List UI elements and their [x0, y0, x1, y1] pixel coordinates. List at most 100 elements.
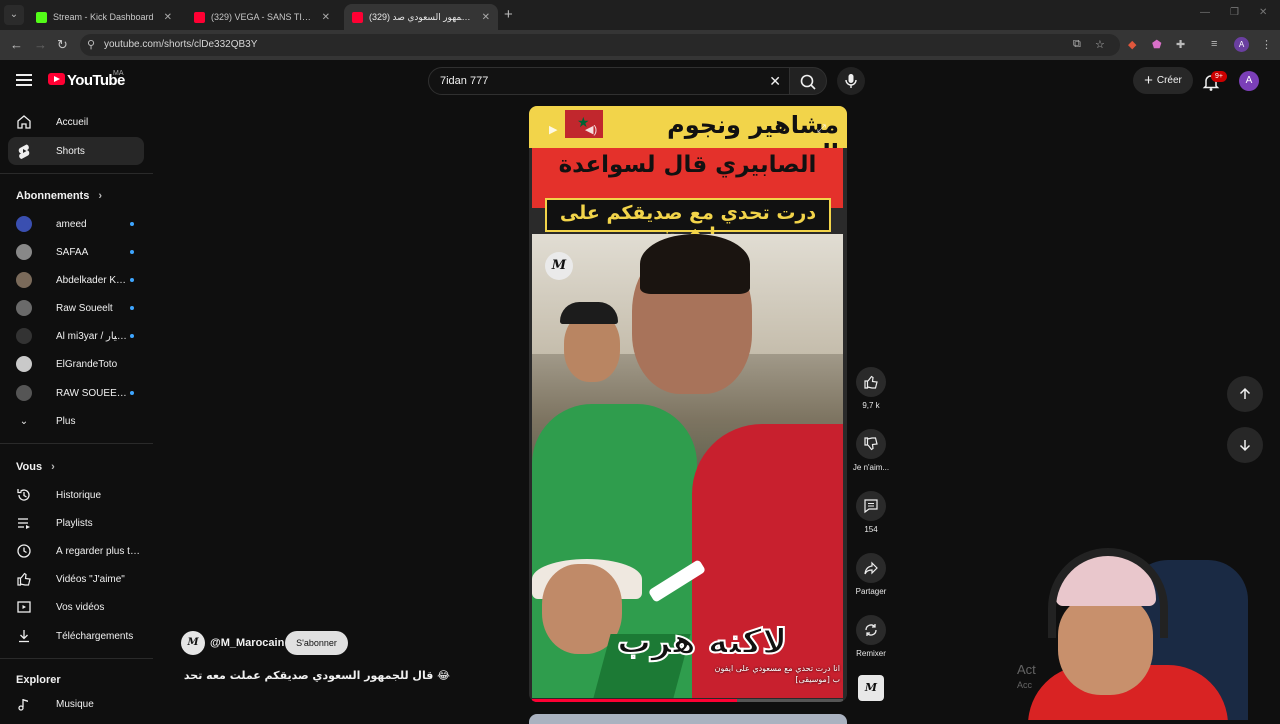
- channel-avatar: [16, 216, 32, 232]
- channel-avatar: [16, 244, 32, 260]
- sidebar-item-playlists[interactable]: Playlists: [8, 509, 144, 537]
- sidebar-item-downloads[interactable]: Téléchargements: [8, 622, 144, 650]
- sidebar-item-watch-later[interactable]: À regarder plus tard: [8, 537, 144, 565]
- chrome-menu-icon[interactable]: ⋮: [1261, 38, 1272, 51]
- sidebar-item-history[interactable]: Historique: [8, 481, 144, 509]
- tab-close-icon[interactable]: ✕: [482, 12, 490, 23]
- like-button[interactable]: 9,7 k: [851, 367, 891, 410]
- volume-icon[interactable]: ◀): [585, 123, 597, 136]
- video-progress-bar[interactable]: [532, 699, 843, 702]
- tab-close-icon[interactable]: ✕: [164, 12, 172, 23]
- install-app-icon[interactable]: ⧉: [1073, 38, 1081, 51]
- sidebar-item-music[interactable]: Musique: [8, 690, 144, 718]
- create-button[interactable]: + Créer: [1133, 67, 1193, 94]
- channel-avatar[interactable]: M: [181, 631, 205, 655]
- channel-handle[interactable]: @M_Marocain: [210, 637, 284, 649]
- sidebar-item-liked[interactable]: Vidéos "J'aime": [8, 565, 144, 593]
- subscription-label: Raw Soueelt: [56, 302, 113, 314]
- extensions-puzzle-icon[interactable]: ✚: [1176, 38, 1185, 51]
- search-input[interactable]: 7idan 777 ✕: [428, 67, 790, 95]
- new-content-dot: [130, 306, 134, 310]
- voice-search-button[interactable]: [837, 67, 865, 95]
- subscription-item[interactable]: RAW SOUEELT E...: [8, 379, 144, 407]
- region-code: MA: [113, 70, 124, 77]
- account-avatar[interactable]: A: [1239, 71, 1259, 91]
- browser-tab-vega[interactable]: (329) VEGA - SANS TITRE (Lyric ✕: [186, 4, 338, 30]
- sidebar-item-home[interactable]: Accueil: [8, 108, 144, 136]
- sidebar: Accueil Shorts Abonnements › ameed SAFAA…: [0, 102, 153, 720]
- subscription-item[interactable]: Abdelkader Khar...: [8, 266, 144, 294]
- sidebar-item-shorts[interactable]: Shorts: [8, 137, 144, 165]
- site-info-icon[interactable]: ⚲: [87, 38, 95, 51]
- sidebar-divider: [0, 173, 153, 174]
- new-content-dot: [130, 278, 134, 282]
- sidebar-item-label: Vos vidéos: [56, 601, 105, 613]
- subscribe-button[interactable]: S'abonner: [285, 631, 348, 655]
- share-button[interactable]: Partager: [851, 553, 891, 596]
- remix-icon: [856, 615, 886, 645]
- subscription-label: RAW SOUEELT E...: [56, 387, 130, 399]
- tab-title: (329) VEGA - SANS TITRE (Lyric: [211, 12, 314, 22]
- menu-icon[interactable]: [16, 74, 32, 86]
- minimize-icon[interactable]: —: [1200, 7, 1210, 18]
- arrow-down-icon: [1239, 440, 1251, 452]
- new-content-dot: [130, 250, 134, 254]
- back-icon[interactable]: ←: [10, 37, 23, 52]
- you-heading[interactable]: Vous ›: [16, 461, 55, 473]
- sidebar-item-label: Historique: [56, 489, 102, 501]
- streamer-webcam-overlay: [1018, 540, 1248, 720]
- dislike-button[interactable]: Je n'aim...: [851, 429, 891, 472]
- subscription-item[interactable]: ElGrandeToto: [8, 350, 144, 378]
- subscription-label: SAFAA: [56, 246, 89, 258]
- dislike-label: Je n'aim...: [852, 463, 890, 472]
- play-icon[interactable]: ▶: [549, 123, 557, 136]
- extension-fox-icon[interactable]: ◆: [1128, 38, 1136, 51]
- url-text[interactable]: youtube.com/shorts/clDe332QB3Y: [104, 39, 257, 50]
- next-short-button[interactable]: [1227, 427, 1263, 463]
- search-query[interactable]: 7idan 777: [440, 75, 488, 87]
- browser-tab-short[interactable]: (329) قال للجمهور السعودي صد ✕: [344, 4, 498, 30]
- forward-icon[interactable]: →: [34, 37, 47, 52]
- sidebar-divider: [0, 443, 153, 444]
- shorts-video-player[interactable]: مشاهير ونجوم المغرب ▶ ◀) ⤢ الصابيري قال …: [529, 106, 847, 702]
- tab-close-icon[interactable]: ✕: [322, 12, 330, 23]
- bookmark-star-icon[interactable]: ☆: [1095, 38, 1105, 51]
- youtube-favicon-icon: [194, 11, 205, 23]
- reload-icon[interactable]: ↻: [57, 37, 68, 53]
- browser-profile-avatar[interactable]: A: [1234, 37, 1249, 52]
- next-short-preview[interactable]: [529, 714, 847, 724]
- channel-sound-thumbnail[interactable]: M: [858, 675, 884, 701]
- comments-button[interactable]: 154: [851, 491, 891, 534]
- video-big-overlay-text: لاكنه هرب: [616, 621, 788, 663]
- subscription-item[interactable]: Raw Soueelt: [8, 294, 144, 322]
- youtube-logo-icon[interactable]: [48, 73, 65, 85]
- tab-search-button[interactable]: ⌄: [4, 5, 24, 25]
- subscription-item[interactable]: Al mi3yar / المعيار: [8, 322, 144, 350]
- new-content-dot: [130, 391, 134, 395]
- reading-list-icon[interactable]: ≡: [1211, 38, 1217, 50]
- sidebar-item-more[interactable]: ⌄ Plus: [8, 407, 144, 435]
- maximize-icon[interactable]: ❐: [1230, 7, 1239, 18]
- subscription-item[interactable]: ameed: [8, 210, 144, 238]
- explore-heading: Explorer: [16, 674, 61, 686]
- extension-shield-icon[interactable]: ⬟: [1152, 38, 1162, 51]
- fullscreen-icon[interactable]: ⤢: [817, 123, 826, 136]
- sidebar-item-your-videos[interactable]: Vos vidéos: [8, 593, 144, 621]
- playlists-icon: [16, 515, 32, 531]
- sidebar-item-label: Shorts: [56, 145, 85, 157]
- short-title[interactable]: 😂 قال للجمهور السعودي صديقكم عملت معه تح…: [184, 669, 450, 682]
- subscriptions-heading[interactable]: Abonnements ›: [16, 190, 102, 202]
- plus-icon: +: [1144, 72, 1153, 89]
- previous-short-button[interactable]: [1227, 376, 1263, 412]
- sidebar-item-label: Plus: [56, 415, 76, 427]
- new-tab-icon[interactable]: +: [504, 6, 513, 23]
- close-window-icon[interactable]: ✕: [1259, 7, 1267, 18]
- channel-avatar: [16, 356, 32, 372]
- browser-tab-kick[interactable]: Stream - Kick Dashboard ✕: [28, 4, 180, 30]
- address-bar[interactable]: ⚲ youtube.com/shorts/clDe332QB3Y: [80, 34, 1120, 56]
- windows-activation-watermark-sub: Acc: [1017, 680, 1033, 690]
- remix-button[interactable]: Remixer: [851, 615, 891, 658]
- subscription-item[interactable]: SAFAA: [8, 238, 144, 266]
- clear-search-icon[interactable]: ✕: [769, 73, 781, 90]
- search-button[interactable]: [789, 67, 827, 95]
